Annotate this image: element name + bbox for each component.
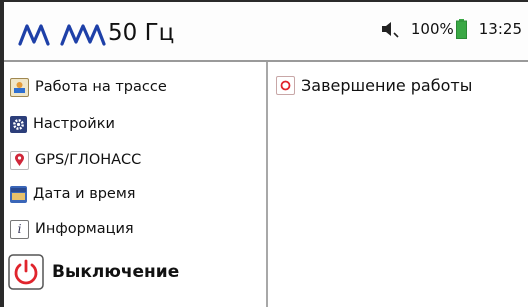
menu-item-label: Настройки (33, 116, 115, 132)
submenu-panel: Завершение работы (268, 62, 528, 307)
speaker-muted-icon[interactable] (381, 20, 399, 38)
power-icon (8, 254, 44, 290)
stop-icon (276, 76, 295, 95)
menu-item-gps[interactable]: GPS/ГЛОНАСС (10, 148, 141, 172)
battery-icon (455, 19, 467, 39)
menu-item-route-work[interactable]: Работа на трассе (10, 75, 167, 99)
menu-item-label: GPS/ГЛОНАСС (35, 152, 142, 168)
calendar-icon (10, 185, 27, 203)
main-menu: Работа на трассе Настройки GPS/ГЛОНАСС Д… (4, 62, 268, 307)
signal-wave-icon (18, 24, 106, 46)
shutdown-label: Выключение (52, 262, 180, 282)
gear-icon (10, 115, 27, 133)
menu-item-info[interactable]: i Информация (10, 217, 134, 241)
status-header: 50 Гц 100% 13:25 (4, 2, 528, 62)
menu-item-label: Дата и время (33, 186, 136, 202)
menu-item-finish-work[interactable]: Завершение работы (276, 76, 472, 95)
menu-item-settings[interactable]: Настройки (10, 112, 115, 136)
battery-percent: 100% (410, 20, 454, 38)
device-screen: 50 Гц 100% 13:25 Работа на трассе Настро… (4, 2, 528, 307)
menu-item-datetime[interactable]: Дата и время (10, 182, 136, 206)
menu-item-label: Информация (35, 221, 134, 237)
menu-item-label: Завершение работы (301, 76, 473, 95)
clock: 13:25 (478, 20, 522, 38)
shutdown-button[interactable]: Выключение (8, 254, 179, 290)
menu-item-label: Работа на трассе (35, 79, 167, 95)
route-work-icon (10, 77, 29, 97)
status-bar: 100% 13:25 (381, 19, 522, 39)
frequency-readout: 50 Гц (108, 20, 175, 46)
info-icon: i (10, 219, 29, 239)
location-pin-icon (10, 150, 29, 170)
